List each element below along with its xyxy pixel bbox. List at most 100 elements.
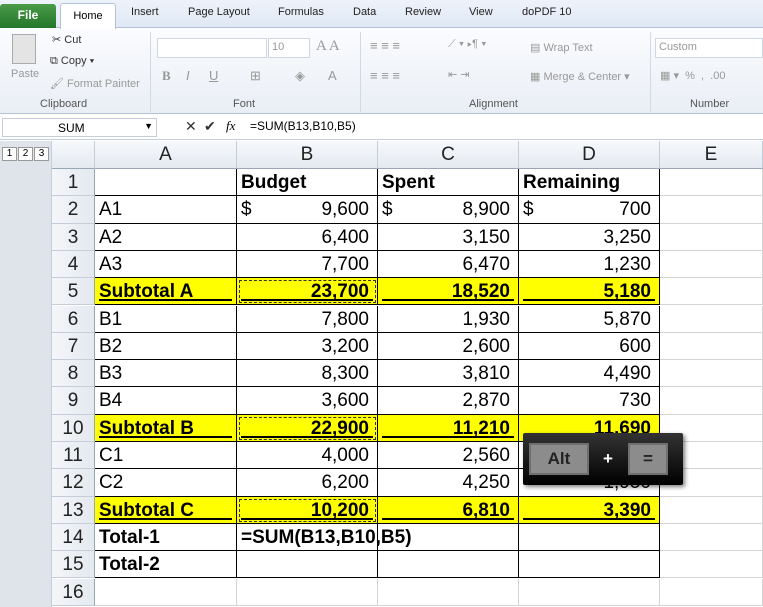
cell-b6[interactable]: 7,800 [237, 305, 378, 333]
cell-b2[interactable]: $9,600 [237, 196, 378, 224]
cell-d2[interactable]: $700 [519, 196, 660, 224]
cell-e4[interactable] [660, 250, 763, 279]
cell-e15[interactable] [660, 551, 763, 579]
cell-a10[interactable]: Subtotal B [95, 414, 237, 442]
cell-c12[interactable]: 4,250 [378, 469, 519, 497]
cell-b4[interactable]: 7,700 [237, 250, 378, 279]
font-size-dropdown[interactable]: 10 [268, 38, 310, 58]
tab-review[interactable]: Review [405, 6, 441, 18]
tab-home[interactable]: Home [60, 3, 116, 29]
cell-c5[interactable]: 18,520 [378, 278, 519, 306]
number-format-icons[interactable]: ▦ ▾ % , .00 [660, 69, 725, 82]
cell-a9[interactable]: B4 [95, 387, 237, 415]
outline-level-3[interactable]: 3 [34, 147, 49, 161]
grow-font-icon[interactable]: A A [316, 38, 340, 55]
cancel-icon[interactable]: ✕ [185, 118, 197, 135]
cell-a2[interactable]: A1 [95, 196, 237, 224]
tab-data[interactable]: Data [353, 6, 376, 18]
column-header-c[interactable]: C [378, 141, 519, 169]
cell-e6[interactable] [660, 305, 763, 333]
cell-a11[interactable]: C1 [95, 442, 237, 470]
cell-b13[interactable]: 10,200 [237, 496, 378, 524]
orientation-icon[interactable]: ⟋ ▾ ▸¶ ▾ [448, 38, 487, 51]
borders-icon[interactable]: ⊞ [250, 68, 261, 84]
cell-e5[interactable] [660, 278, 763, 306]
format-painter-button[interactable]: 🖌 Format Painter [50, 77, 140, 90]
cell-b9[interactable]: 3,600 [237, 387, 378, 415]
cell-c2[interactable]: $8,900 [378, 196, 519, 224]
cell-a12[interactable]: C2 [95, 469, 237, 497]
wrap-text-button[interactable]: ▤ Wrap Text [530, 41, 593, 54]
cell-d15[interactable] [519, 551, 660, 579]
font-color-icon[interactable]: A [328, 68, 337, 83]
cell-b16[interactable] [237, 578, 378, 606]
cell-c7[interactable]: 2,600 [378, 332, 519, 361]
copy-button[interactable]: ⧉ Copy ▾ [50, 55, 94, 68]
cell-a1[interactable] [95, 169, 237, 197]
row-header[interactable]: 2 [52, 196, 95, 224]
cell-c3[interactable]: 3,150 [378, 223, 519, 251]
row-header[interactable]: 8 [52, 360, 95, 388]
cell-b5[interactable]: 23,700 [237, 278, 378, 306]
cell-c4[interactable]: 6,470 [378, 250, 519, 279]
cell-e9[interactable] [660, 387, 763, 415]
column-header-d[interactable]: D [519, 141, 660, 169]
cell-b11[interactable]: 4,000 [237, 442, 378, 470]
row-header[interactable]: 16 [52, 578, 95, 606]
tab-dopdf[interactable]: doPDF 10 [522, 6, 572, 18]
tab-view[interactable]: View [469, 6, 493, 18]
outline-level-2[interactable]: 2 [18, 147, 33, 161]
row-header[interactable]: 15 [52, 551, 95, 579]
font-name-dropdown[interactable] [157, 38, 267, 58]
cell-a13[interactable]: Subtotal C [95, 496, 237, 524]
name-box[interactable]: SUM ▼ [2, 118, 157, 137]
column-header-b[interactable]: B [237, 141, 378, 169]
cell-a15[interactable]: Total-2 [95, 551, 237, 579]
row-header[interactable]: 11 [52, 442, 95, 470]
cell-b12[interactable]: 6,200 [237, 469, 378, 497]
bold-button[interactable]: B [162, 68, 171, 84]
cell-d4[interactable]: 1,230 [519, 250, 660, 279]
tab-insert[interactable]: Insert [131, 6, 159, 18]
number-format-dropdown[interactable]: Custom [655, 38, 763, 58]
row-header[interactable]: 12 [52, 469, 95, 497]
horizontal-align-icons[interactable]: ≡ ≡ ≡ [370, 68, 400, 83]
tab-page-layout[interactable]: Page Layout [188, 6, 250, 18]
cell-d16[interactable] [519, 578, 660, 606]
cell-c8[interactable]: 3,810 [378, 360, 519, 388]
cell-e14[interactable] [660, 523, 763, 552]
enter-icon[interactable]: ✔ [204, 118, 216, 135]
cell-c13[interactable]: 6,810 [378, 496, 519, 524]
cell-c10[interactable]: 11,210 [378, 414, 519, 442]
cell-c15[interactable] [378, 551, 519, 579]
row-header[interactable]: 5 [52, 278, 95, 306]
cell-b7[interactable]: 3,200 [237, 332, 378, 361]
cell-a3[interactable]: A2 [95, 223, 237, 251]
cell-e16[interactable] [660, 578, 763, 606]
italic-button[interactable]: I [186, 68, 190, 83]
tab-file[interactable]: File [0, 4, 56, 28]
row-header[interactable]: 6 [52, 305, 95, 333]
cell-b3[interactable]: 6,400 [237, 223, 378, 251]
cell-e1[interactable] [660, 169, 763, 197]
cell-a5[interactable]: Subtotal A [95, 278, 237, 306]
cell-b8[interactable]: 8,300 [237, 360, 378, 388]
row-header[interactable]: 1 [52, 169, 95, 197]
column-header-a[interactable]: A [95, 141, 237, 169]
tab-formulas[interactable]: Formulas [278, 6, 324, 18]
cell-b14[interactable]: =SUM(B13,B10,B5) [237, 523, 412, 552]
cell-d3[interactable]: 3,250 [519, 223, 660, 251]
cell-d1[interactable]: Remaining [519, 169, 660, 197]
column-header-e[interactable]: E [660, 141, 763, 169]
cell-a6[interactable]: B1 [95, 305, 237, 333]
cell-d8[interactable]: 4,490 [519, 360, 660, 388]
cell-e7[interactable] [660, 332, 763, 361]
cell-a16[interactable] [95, 578, 237, 606]
cell-a4[interactable]: A3 [95, 250, 237, 279]
cell-a8[interactable]: B3 [95, 360, 237, 388]
row-header[interactable]: 4 [52, 250, 95, 279]
cut-button[interactable]: ✂ Cut [52, 33, 81, 46]
vertical-align-icons[interactable]: ≡ ≡ ≡ [370, 38, 400, 53]
cell-e8[interactable] [660, 360, 763, 388]
row-header[interactable]: 13 [52, 496, 95, 524]
